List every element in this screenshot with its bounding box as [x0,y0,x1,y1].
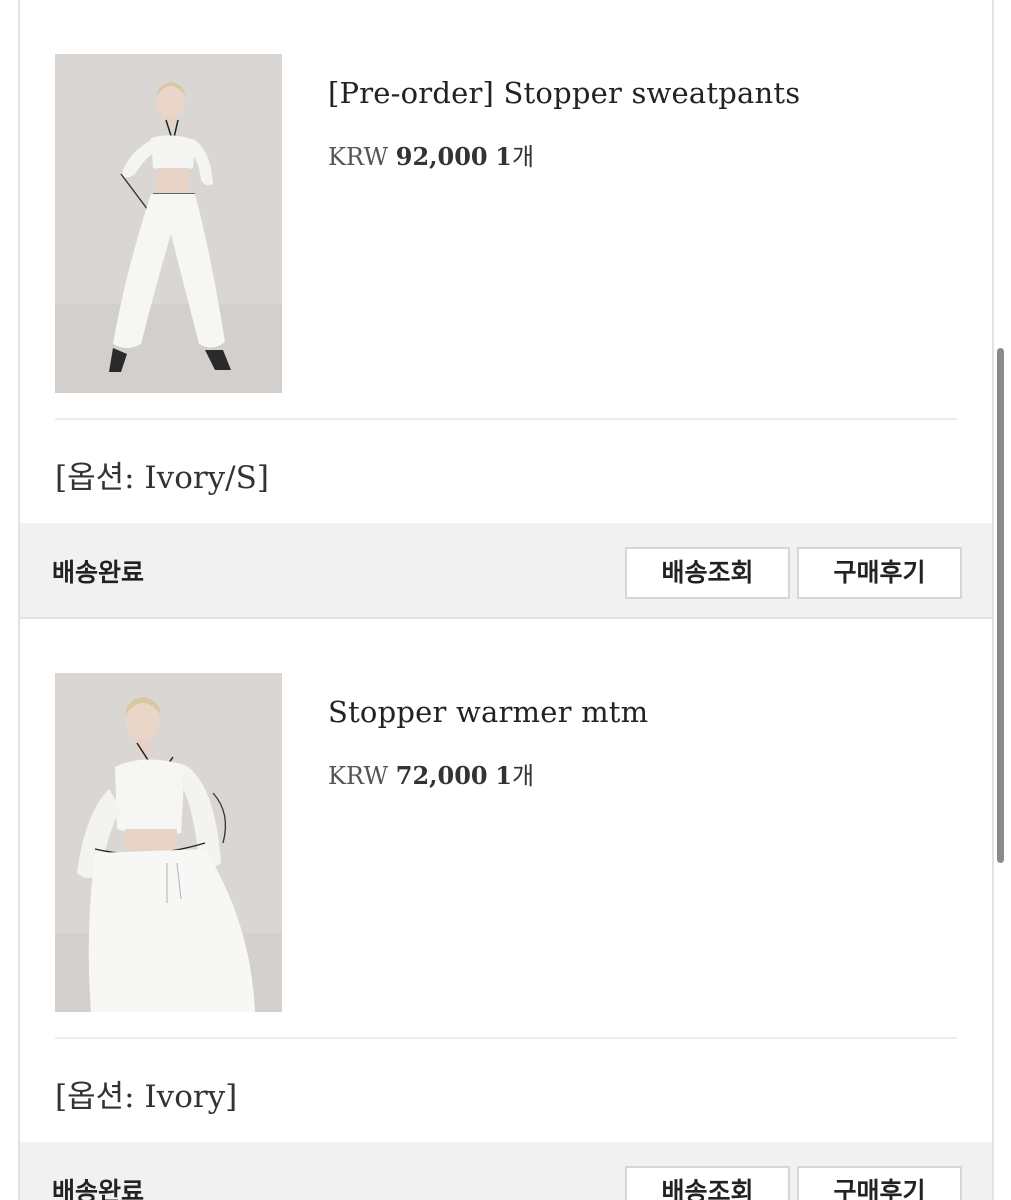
model-photo-icon [55,673,282,1012]
quantity-unit: 개 [511,143,535,171]
order-status-bar: 배송완료 배송조회 구매후기 [20,1142,992,1200]
product-quantity: 1개 [495,761,535,790]
delivery-status: 배송완료 [52,558,145,587]
product-option: [옵션: Ivory/S] [55,460,269,496]
order-list-container: [Pre-order] Stopper sweatpants KRW 92,00… [18,0,994,1200]
delivery-status: 배송완료 [52,1177,145,1200]
product-price: KRW 72,000 1개 [328,756,534,791]
write-review-button[interactable]: 구매후기 [797,547,962,599]
order-status-bar: 배송완료 배송조회 구매후기 [20,523,992,619]
quantity-number: 1 [495,761,512,790]
product-thumbnail[interactable] [55,54,282,393]
product-price: KRW 92,000 1개 [328,137,534,172]
product-thumbnail[interactable] [55,673,282,1012]
order-list-viewport: [Pre-order] Stopper sweatpants KRW 92,00… [0,0,1011,1200]
price-amount: 72,000 [395,761,488,790]
quantity-number: 1 [495,142,512,171]
product-name[interactable]: Stopper warmer mtm [328,695,648,729]
price-amount: 92,000 [395,142,488,171]
product-option: [옵션: Ivory] [55,1079,238,1115]
divider [55,418,957,420]
track-delivery-button[interactable]: 배송조회 [625,547,790,599]
write-review-button[interactable]: 구매후기 [797,1166,962,1200]
vertical-scrollbar[interactable] [997,348,1004,863]
model-photo-icon [55,54,282,393]
product-name[interactable]: [Pre-order] Stopper sweatpants [328,76,800,110]
product-quantity: 1개 [495,142,535,171]
track-delivery-button[interactable]: 배송조회 [625,1166,790,1200]
price-currency: KRW [328,762,389,790]
quantity-unit: 개 [511,762,535,790]
divider [55,1037,957,1039]
price-currency: KRW [328,143,389,171]
